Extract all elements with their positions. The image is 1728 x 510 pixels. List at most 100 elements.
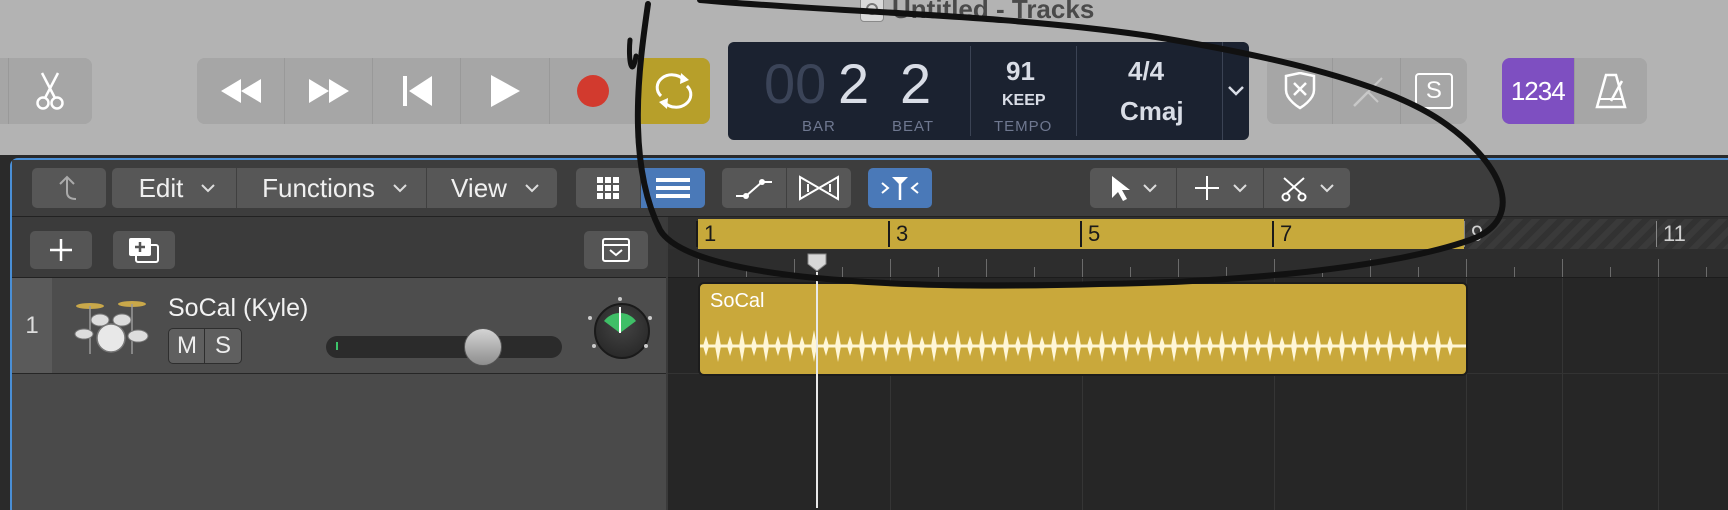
fast-forward-icon bbox=[308, 79, 349, 103]
audio-region[interactable]: SoCal bbox=[698, 282, 1468, 376]
pan-dot bbox=[592, 344, 596, 348]
lcd-tempo-label: TEMPO bbox=[994, 118, 1053, 135]
view-menu[interactable]: View bbox=[427, 168, 557, 208]
lcd-bar-prefix: 00 bbox=[764, 52, 827, 115]
scissors-icon bbox=[36, 72, 65, 110]
tool-button-partial[interactable] bbox=[0, 58, 9, 124]
ruler-tick bbox=[1466, 259, 1467, 277]
ruler-tick bbox=[938, 267, 939, 277]
waveform-transient bbox=[1231, 336, 1237, 356]
new-track-duplicate-button[interactable] bbox=[113, 231, 175, 269]
window-title-text: Untitled - Tracks bbox=[892, 0, 1095, 24]
flex-button[interactable] bbox=[787, 168, 851, 208]
volume-slider[interactable] bbox=[326, 336, 562, 358]
catch-playhead-button[interactable] bbox=[868, 168, 932, 208]
pan-dot bbox=[618, 297, 622, 301]
grid-view-button[interactable] bbox=[576, 168, 641, 208]
shield-x-icon bbox=[1284, 72, 1315, 110]
ruler-tick bbox=[1034, 267, 1035, 277]
waveform-transient bbox=[1051, 330, 1057, 362]
tuner-button[interactable] bbox=[1333, 58, 1401, 124]
ruler-tick bbox=[1370, 259, 1371, 277]
waveform-transient bbox=[739, 330, 745, 362]
solo-mode-button[interactable]: S bbox=[1400, 58, 1467, 124]
cycle-button[interactable] bbox=[637, 58, 710, 124]
project-end-hatch bbox=[1464, 219, 1728, 249]
metronome-button[interactable] bbox=[1574, 58, 1647, 124]
waveform-transient bbox=[751, 336, 757, 356]
track-name[interactable]: SoCal (Kyle) bbox=[168, 294, 308, 323]
waveform-transient bbox=[847, 336, 853, 356]
pointer-tool-menu[interactable] bbox=[1090, 168, 1177, 208]
playhead-handle[interactable] bbox=[806, 252, 828, 272]
solo-button[interactable]: S bbox=[204, 328, 242, 364]
global-tracks-button[interactable] bbox=[584, 231, 648, 269]
scissors-icon bbox=[1281, 177, 1307, 202]
tuning-fork-icon bbox=[1352, 77, 1383, 107]
functions-menu[interactable]: Functions bbox=[237, 168, 427, 208]
waveform-transient bbox=[1423, 336, 1429, 356]
grid-line bbox=[1658, 278, 1659, 510]
waveform-transient bbox=[775, 336, 781, 356]
waveform-transient bbox=[907, 330, 913, 362]
fast-forward-button[interactable] bbox=[285, 58, 374, 124]
count-in-button[interactable]: 1234 bbox=[1502, 58, 1575, 124]
go-to-beginning-button[interactable] bbox=[373, 58, 462, 124]
tracks-toolbar: Edit Functions View bbox=[12, 160, 1728, 217]
waveform-transient bbox=[1303, 336, 1309, 356]
record-button[interactable] bbox=[549, 58, 638, 124]
play-button[interactable] bbox=[461, 58, 550, 124]
lcd-bar-label: BAR bbox=[802, 118, 836, 135]
waveform-transient bbox=[1171, 330, 1177, 362]
waveform-transient bbox=[823, 336, 829, 356]
ruler-tick bbox=[794, 259, 795, 277]
scissors-tool-menu[interactable] bbox=[1264, 168, 1350, 208]
waveform-transient bbox=[763, 330, 769, 362]
lcd-time-signature: 4/4 bbox=[1128, 56, 1165, 86]
chevron-down-icon bbox=[1143, 183, 1157, 192]
waveform-transient bbox=[1447, 336, 1453, 356]
lcd-menu-button[interactable] bbox=[1222, 42, 1249, 140]
playhead-line[interactable] bbox=[816, 272, 818, 508]
solo-button-label: S bbox=[214, 332, 231, 359]
rewind-button[interactable] bbox=[197, 58, 286, 124]
edit-menu[interactable]: Edit bbox=[112, 168, 237, 208]
waveform-transient bbox=[727, 336, 733, 356]
track-number: 1 bbox=[12, 278, 52, 373]
track-list-empty-area[interactable] bbox=[12, 374, 666, 510]
automation-group bbox=[722, 168, 851, 208]
waveform-transient bbox=[1063, 336, 1069, 356]
pointer-icon bbox=[1112, 176, 1130, 201]
waveform-transient bbox=[1327, 336, 1333, 356]
replace-button[interactable] bbox=[1267, 58, 1334, 124]
lcd-display[interactable]: 00 2 BAR 2 BEAT 91 KEEP TEMPO 4/4 Cmaj bbox=[728, 42, 1248, 140]
edit-tools-group bbox=[0, 58, 92, 124]
back-button[interactable] bbox=[32, 168, 106, 208]
track-header[interactable]: 1 SoCal (Kyle) M S bbox=[12, 278, 666, 374]
control-bar: Untitled - Tracks 00 2 BAR 2 BEAT 91 KEE… bbox=[0, 0, 1728, 155]
ruler-bar-label: 5 bbox=[1080, 221, 1100, 247]
tracks-view-button[interactable] bbox=[641, 168, 705, 208]
ruler-tick bbox=[1322, 267, 1323, 277]
cycle-icon bbox=[655, 73, 693, 109]
automation-button[interactable] bbox=[722, 168, 787, 208]
mute-button[interactable]: M bbox=[168, 328, 206, 364]
scissors-button[interactable] bbox=[8, 58, 92, 124]
waveform-transient bbox=[787, 330, 793, 362]
pan-knob[interactable] bbox=[594, 303, 650, 359]
lcd-bar-value: 2 bbox=[838, 52, 870, 115]
waveform-transient bbox=[895, 336, 901, 356]
duplicate-track-icon bbox=[129, 238, 159, 263]
volume-meter-mark bbox=[336, 342, 338, 350]
arrange-area[interactable]: SoCal bbox=[668, 278, 1728, 510]
waveform-transient bbox=[991, 336, 997, 356]
waveform-transient bbox=[1207, 336, 1213, 356]
lcd-tempo-value: 91 bbox=[1006, 56, 1035, 86]
ruler-tick bbox=[1514, 267, 1515, 277]
region-name: SoCal bbox=[710, 290, 765, 312]
ruler-tick bbox=[1610, 267, 1611, 277]
marquee-tool-menu[interactable] bbox=[1177, 168, 1264, 208]
waveform-transient bbox=[1243, 330, 1249, 362]
add-track-button[interactable] bbox=[30, 231, 92, 269]
volume-slider-handle[interactable] bbox=[463, 328, 502, 366]
